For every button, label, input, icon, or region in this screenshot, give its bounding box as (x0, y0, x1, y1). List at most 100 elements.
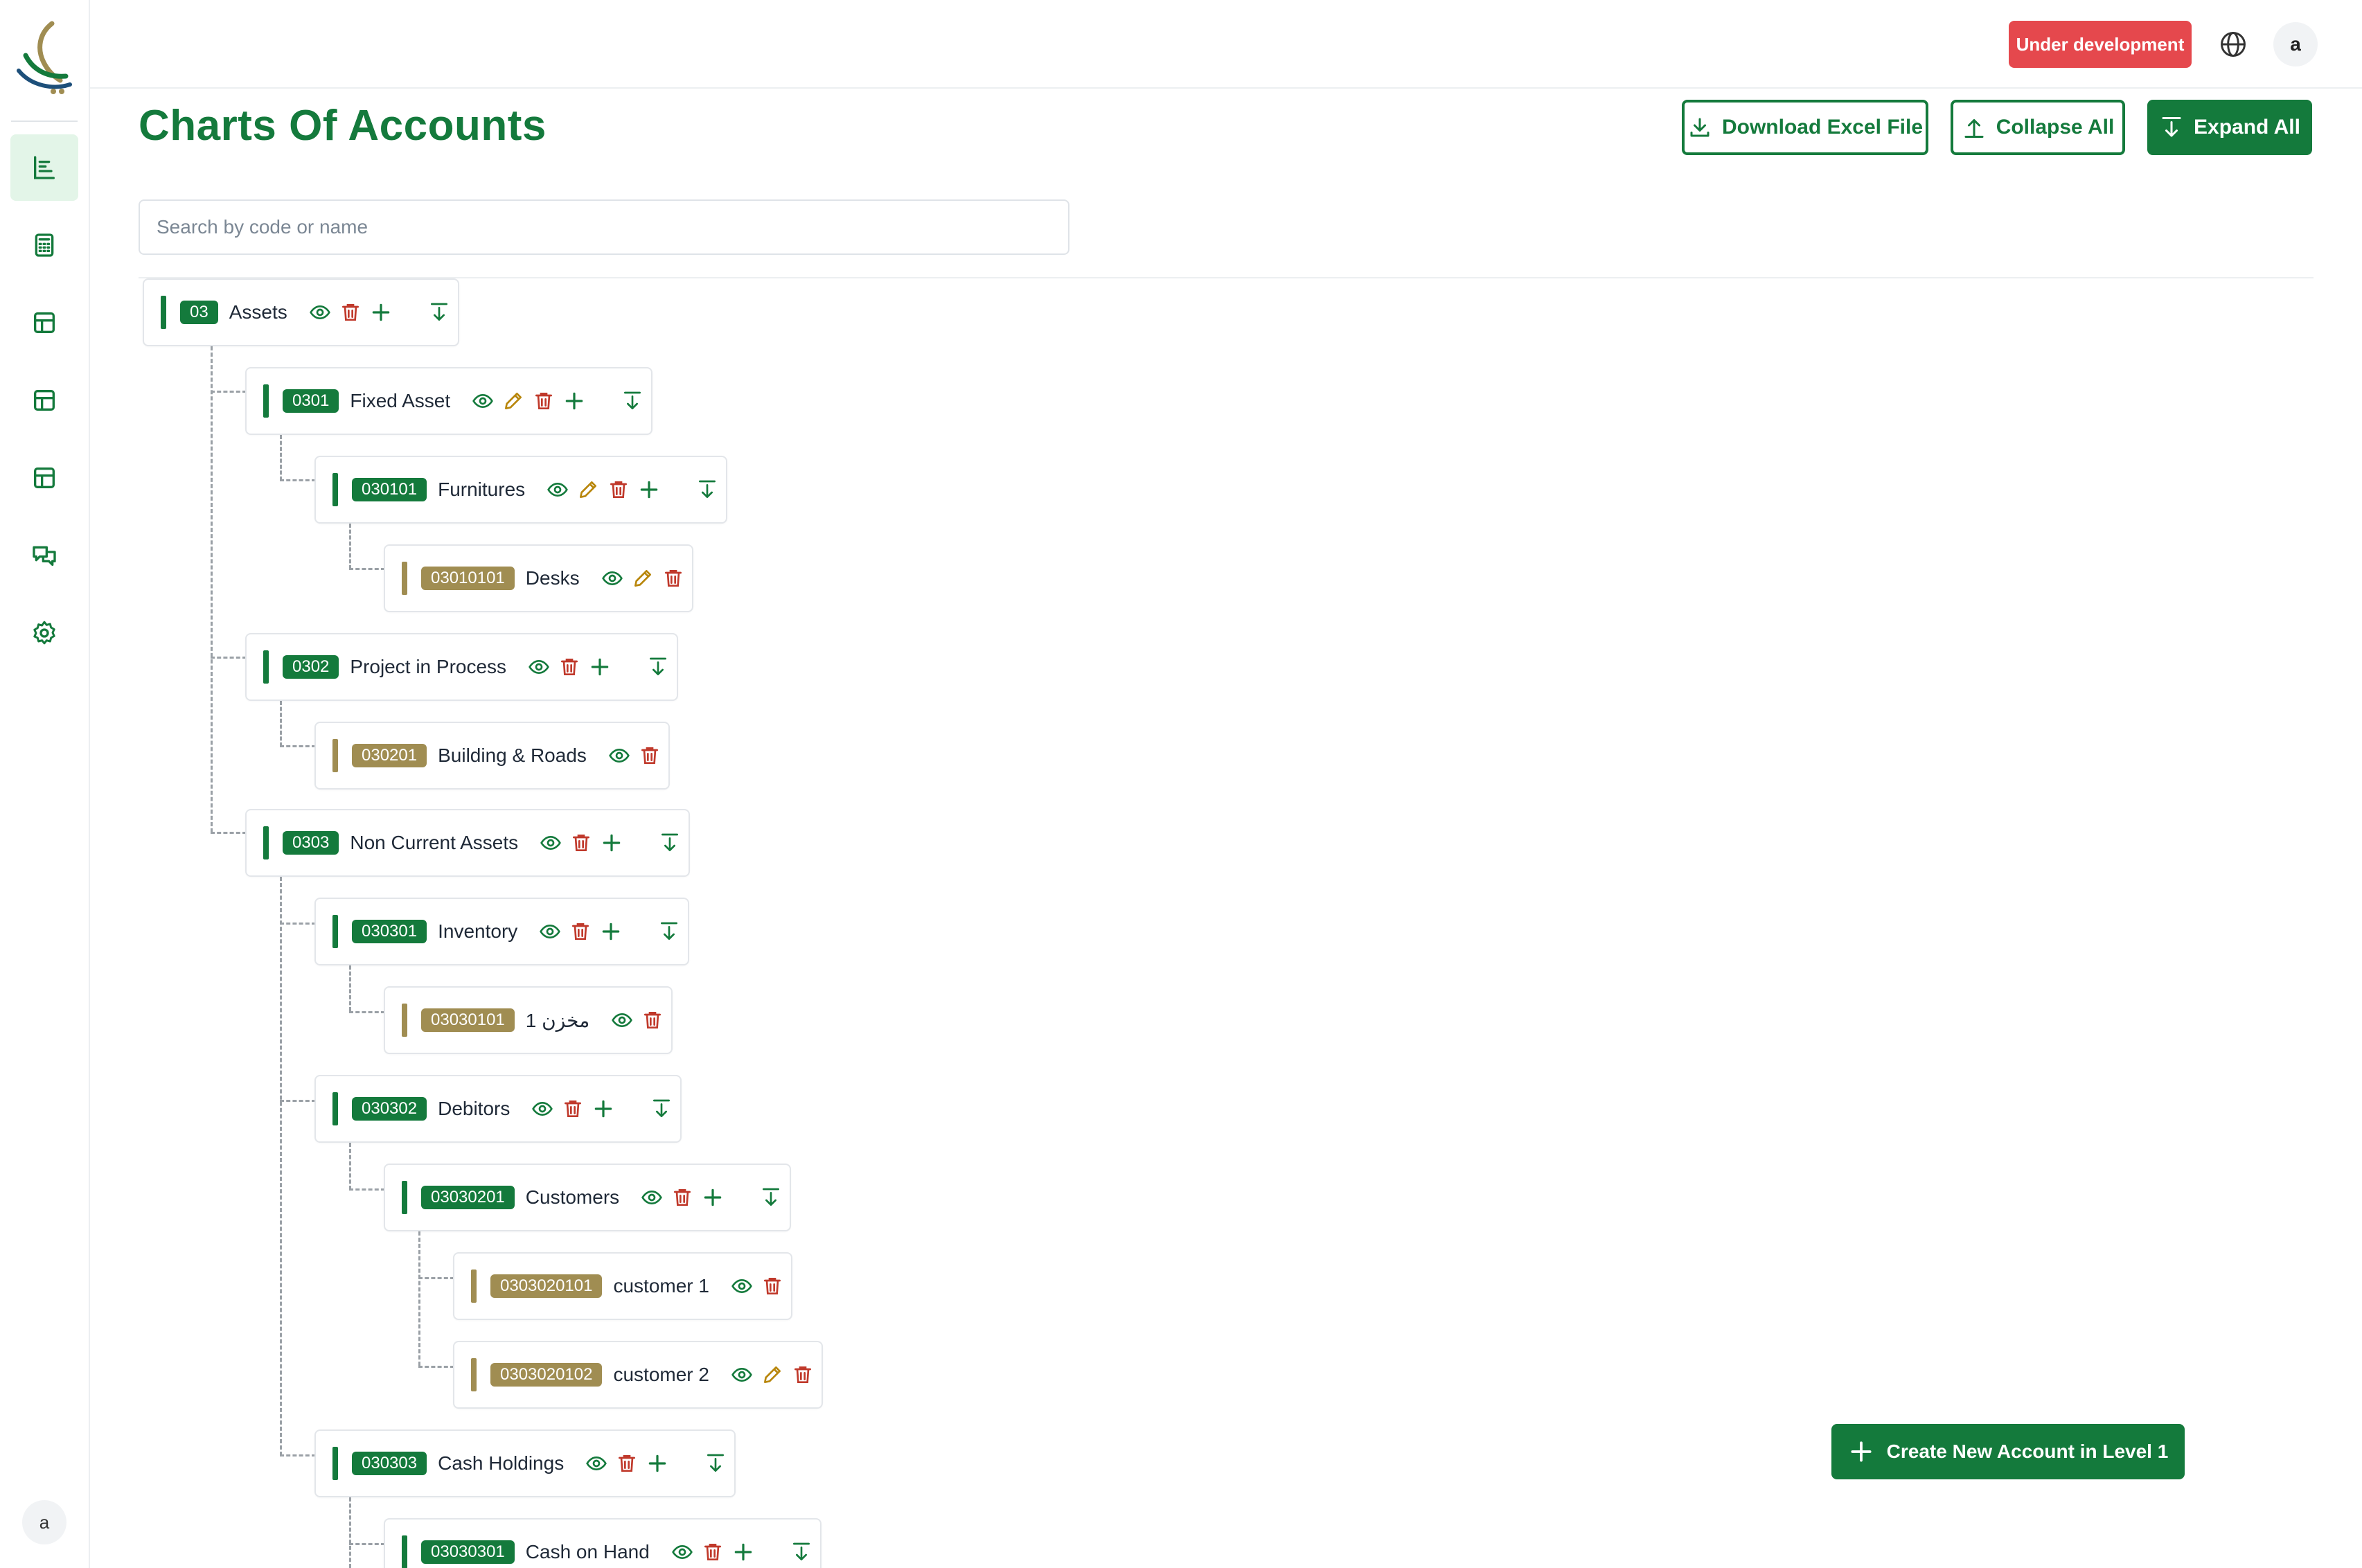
expand-all-button[interactable]: Expand All (2147, 100, 2312, 155)
account-node-0303020102[interactable]: 0303020102 customer 2 (453, 1341, 823, 1409)
edit-icon[interactable] (631, 567, 655, 590)
add-child-icon[interactable] (588, 655, 612, 679)
delete-icon[interactable] (532, 389, 556, 413)
account-node-030201[interactable]: 030201 Building & Roads (314, 722, 670, 790)
logo-icon[interactable] (12, 21, 74, 97)
tree-connector (280, 877, 282, 1456)
account-node-0301[interactable]: 0301 Fixed Asset (245, 367, 653, 435)
delete-icon[interactable] (615, 1452, 639, 1475)
account-node-030302[interactable]: 030302 Debitors (314, 1075, 682, 1143)
delete-icon[interactable] (339, 301, 362, 324)
tree-connector (211, 832, 247, 834)
collapse-all-button[interactable]: Collapse All (1951, 100, 2125, 155)
sidebar-avatar[interactable]: a (22, 1500, 66, 1544)
edit-icon[interactable] (761, 1363, 784, 1387)
delete-icon[interactable] (607, 478, 630, 501)
delete-icon[interactable] (761, 1274, 784, 1298)
sidebar-item-table-1[interactable] (10, 289, 78, 356)
expand-node-icon[interactable] (695, 478, 719, 501)
add-child-icon[interactable] (600, 831, 623, 855)
download-excel-button[interactable]: Download Excel File (1682, 100, 1928, 155)
account-node-030301[interactable]: 030301 Inventory (314, 898, 690, 965)
table-icon (34, 390, 55, 411)
account-code: 0303020101 (490, 1274, 603, 1298)
view-icon[interactable] (671, 1540, 694, 1564)
view-icon[interactable] (308, 301, 332, 324)
sidebar-item-calculator[interactable] (10, 212, 78, 278)
view-icon[interactable] (531, 1097, 554, 1121)
delete-icon[interactable] (558, 655, 581, 679)
view-icon[interactable] (538, 920, 562, 943)
add-child-icon[interactable] (599, 920, 623, 943)
tree-connector (280, 479, 316, 481)
view-icon[interactable] (610, 1008, 634, 1032)
delete-icon[interactable] (641, 1008, 664, 1032)
account-code: 03030101 (421, 1008, 515, 1032)
edit-icon[interactable] (576, 478, 600, 501)
account-node-0303020101[interactable]: 0303020101 customer 1 (453, 1252, 792, 1320)
account-node-0302[interactable]: 0302 Project in Process (245, 633, 679, 701)
expand-node-icon[interactable] (646, 655, 670, 679)
view-icon[interactable] (546, 478, 569, 501)
search-input[interactable] (139, 199, 1069, 255)
delete-icon[interactable] (638, 744, 661, 767)
user-avatar[interactable]: a (2273, 22, 2318, 66)
expand-node-icon[interactable] (658, 831, 682, 855)
account-node-030101[interactable]: 030101 Furnitures (314, 456, 728, 524)
sidebar-item-settings[interactable] (10, 600, 78, 666)
add-child-icon[interactable] (562, 389, 586, 413)
view-icon[interactable] (640, 1186, 664, 1209)
view-icon[interactable] (585, 1452, 608, 1475)
account-node-03010101[interactable]: 03010101 Desks (384, 544, 693, 612)
tree-connector (280, 1454, 316, 1456)
view-icon[interactable] (601, 567, 624, 590)
account-name: Non Current Assets (350, 832, 519, 853)
add-child-icon[interactable] (592, 1097, 615, 1121)
delete-icon[interactable] (671, 1186, 694, 1209)
add-child-icon[interactable] (731, 1540, 755, 1564)
account-node-03[interactable]: 03 Assets (143, 278, 459, 346)
expand-node-icon[interactable] (427, 301, 451, 324)
tree-connector (349, 1188, 385, 1191)
delete-icon[interactable] (791, 1363, 815, 1387)
chart-list-icon (34, 156, 55, 179)
account-node-0303[interactable]: 0303 Non Current Assets (245, 809, 691, 877)
level-bar (471, 1269, 477, 1303)
account-node-03030301[interactable]: 03030301 Cash on Hand (384, 1518, 822, 1568)
view-icon[interactable] (730, 1274, 754, 1298)
delete-icon[interactable] (661, 567, 685, 590)
tree-connector (280, 701, 282, 747)
delete-icon[interactable] (569, 831, 593, 855)
expand-node-icon[interactable] (650, 1097, 673, 1121)
expand-node-icon[interactable] (657, 920, 681, 943)
account-code: 030302 (352, 1097, 427, 1121)
add-child-icon[interactable] (369, 301, 393, 324)
sidebar-item-charts-of-accounts[interactable] (10, 134, 78, 201)
add-child-icon[interactable] (637, 478, 661, 501)
expand-node-icon[interactable] (790, 1540, 813, 1564)
sidebar-item-table-2[interactable] (10, 367, 78, 434)
view-icon[interactable] (539, 831, 562, 855)
sidebar-item-table-3[interactable] (10, 445, 78, 511)
sidebar-item-messages[interactable] (10, 522, 78, 589)
delete-icon[interactable] (561, 1097, 585, 1121)
account-node-03030201[interactable]: 03030201 Customers (384, 1164, 792, 1231)
expand-node-icon[interactable] (704, 1452, 727, 1475)
edit-icon[interactable] (501, 389, 525, 413)
delete-icon[interactable] (569, 920, 592, 943)
expand-node-icon[interactable] (621, 389, 644, 413)
sidebar: a (0, 0, 90, 1568)
account-node-030303[interactable]: 030303 Cash Holdings (314, 1429, 736, 1497)
expand-node-icon[interactable] (759, 1186, 783, 1209)
delete-icon[interactable] (701, 1540, 725, 1564)
create-account-label: Create New Account in Level 1 (1886, 1441, 2169, 1462)
add-child-icon[interactable] (701, 1186, 725, 1209)
view-icon[interactable] (607, 744, 631, 767)
create-account-button[interactable]: Create New Account in Level 1 (1831, 1424, 2185, 1479)
view-icon[interactable] (730, 1363, 754, 1387)
language-button[interactable] (2215, 26, 2251, 62)
view-icon[interactable] (527, 655, 551, 679)
add-child-icon[interactable] (646, 1452, 669, 1475)
view-icon[interactable] (471, 389, 495, 413)
account-node-03030101[interactable]: 03030101 مخزن 1 (384, 986, 673, 1054)
